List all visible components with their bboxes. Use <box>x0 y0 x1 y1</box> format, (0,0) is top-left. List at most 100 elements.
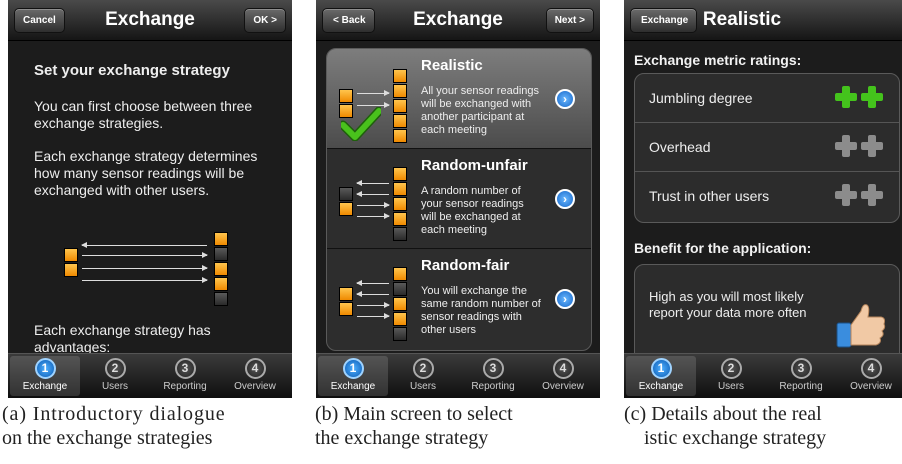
sensor-reading-block <box>393 197 407 211</box>
realistic-diagram <box>337 69 407 149</box>
green-check-icon <box>341 107 381 141</box>
tab-label: Reporting <box>779 381 823 392</box>
tab-exchange[interactable]: 1 Exchange <box>10 356 80 396</box>
caption-line: on the exchange strategies <box>2 427 213 449</box>
tab-exchange[interactable]: 1 Exchange <box>626 356 696 396</box>
tab-bar: 1 Exchange 2 Users 3 Reporting 4 Overview <box>316 353 600 398</box>
tab-label: Overview <box>850 381 892 392</box>
plus-rating-icon <box>835 86 857 108</box>
arrow-left-icon <box>356 180 389 186</box>
arrow-right-icon <box>357 313 390 319</box>
tab-users[interactable]: 2 Users <box>696 356 766 396</box>
chevron-right-icon[interactable]: › <box>555 189 575 209</box>
tab-label: Users <box>409 381 437 392</box>
ok-button[interactable]: OK > <box>244 8 286 33</box>
intro-paragraph-3: Each exchange strategy has advantages: <box>34 322 211 355</box>
benefit-group: High as you will most likely report your… <box>634 264 900 366</box>
tab-overview[interactable]: 4 Overview <box>528 356 598 396</box>
tab-users[interactable]: 2 Users <box>388 356 458 396</box>
caption-line: (a) Introductory dialogue <box>2 403 226 425</box>
sensor-reading-block <box>393 212 407 226</box>
plus-rating-icon <box>861 135 883 157</box>
tab-overview[interactable]: 4 Overview <box>836 356 902 396</box>
phone-screen-intro: Exchange Cancel OK > Set your exchange s… <box>8 0 292 398</box>
tab-label: Reporting <box>471 381 515 392</box>
arrow-right-icon <box>357 90 390 96</box>
sensor-reading-block <box>214 232 228 246</box>
caption-b: (b) Main screen to select the exchange s… <box>315 402 513 450</box>
tab-exchange[interactable]: 1 Exchange <box>318 356 388 396</box>
tab-reporting[interactable]: 3 Reporting <box>766 356 836 396</box>
tab-users[interactable]: 2 Users <box>80 356 150 396</box>
sensor-reading-block <box>393 167 407 181</box>
tab-label: Exchange <box>330 381 376 392</box>
metrics-heading: Exchange metric ratings: <box>634 52 802 68</box>
next-button[interactable]: Next > <box>545 8 594 33</box>
nav-bar: Exchange Cancel OK > <box>8 0 292 41</box>
step-2-icon: 2 <box>104 358 126 379</box>
strategy-title: Realistic <box>421 57 483 74</box>
back-button[interactable]: Exchange <box>630 8 698 33</box>
caption-line: (c) Details about the real <box>624 403 822 425</box>
nav-bar: Realistic Exchange <box>624 0 902 41</box>
caption-line: (b) Main screen to select <box>315 403 513 425</box>
tab-label: Overview <box>234 381 276 392</box>
phone-screen-details: Realistic Exchange Exchange metric ratin… <box>624 0 902 398</box>
sensor-reading-block <box>393 182 407 196</box>
arrow-left-icon <box>356 191 389 197</box>
tab-reporting[interactable]: 3 Reporting <box>150 356 220 396</box>
metric-row: Trust in other users <box>635 172 899 221</box>
step-4-icon: 4 <box>244 358 266 379</box>
chevron-right-icon[interactable]: › <box>555 289 575 309</box>
plus-rating-icon <box>835 135 857 157</box>
arrow-right-icon <box>357 302 390 308</box>
arrow-right-icon <box>82 277 208 283</box>
strategy-cell-random-unfair[interactable]: Random-unfair A random number of your se… <box>327 149 591 249</box>
random-unfair-diagram <box>337 167 407 247</box>
nav-bar: Exchange < Back Next > <box>316 0 600 41</box>
benefit-text: High as you will most likely report your… <box>649 289 807 320</box>
arrow-left-icon <box>356 291 389 297</box>
tab-label: Reporting <box>163 381 207 392</box>
metric-row: Overhead <box>635 123 899 172</box>
back-button[interactable]: < Back <box>322 8 375 33</box>
metric-row: Jumbling degree <box>635 74 899 123</box>
plus-rating-icon <box>835 184 857 206</box>
step-2-icon: 2 <box>720 358 742 379</box>
sensor-reading-block <box>339 287 353 301</box>
sensor-reading-block <box>214 277 228 291</box>
sensor-reading-block <box>214 262 228 276</box>
cancel-button[interactable]: Cancel <box>14 8 65 33</box>
intro-paragraph-1: You can first choose between three excha… <box>34 98 253 131</box>
sensor-reading-block <box>339 89 353 103</box>
plus-rating-icon <box>861 184 883 206</box>
caption-line: the exchange strategy <box>315 427 489 449</box>
step-1-icon: 1 <box>650 358 672 379</box>
tab-bar: 1 Exchange 2 Users 3 Reporting 4 Overview <box>8 353 292 398</box>
sensor-reading-block <box>393 297 407 311</box>
metric-label: Overhead <box>649 139 711 155</box>
metric-label: Trust in other users <box>649 188 770 204</box>
step-3-icon: 3 <box>790 358 812 379</box>
chevron-right-icon[interactable]: › <box>555 89 575 109</box>
empty-slot-block <box>214 292 228 306</box>
empty-slot-block <box>393 282 407 296</box>
arrow-right-icon <box>357 213 390 219</box>
tab-reporting[interactable]: 3 Reporting <box>458 356 528 396</box>
empty-slot-block <box>214 247 228 261</box>
sensor-reading-block <box>339 302 353 316</box>
strategy-cell-random-fair[interactable]: Random-fair You will exchange the same r… <box>327 249 591 349</box>
strategy-cell-realistic[interactable]: Realistic All your sensor readings will … <box>327 49 591 149</box>
plus-rating-icon <box>861 86 883 108</box>
metric-label: Jumbling degree <box>649 90 753 106</box>
sensor-reading-block <box>393 114 407 128</box>
arrow-left-icon <box>81 242 207 248</box>
benefit-heading: Benefit for the application: <box>634 240 812 256</box>
tab-overview[interactable]: 4 Overview <box>220 356 290 396</box>
step-4-icon: 4 <box>860 358 882 379</box>
strategy-title: Random-unfair <box>421 157 528 174</box>
empty-slot-block <box>393 227 407 241</box>
sensor-reading-block <box>393 312 407 326</box>
sensor-reading-block <box>393 267 407 281</box>
sensor-reading-block <box>393 69 407 83</box>
